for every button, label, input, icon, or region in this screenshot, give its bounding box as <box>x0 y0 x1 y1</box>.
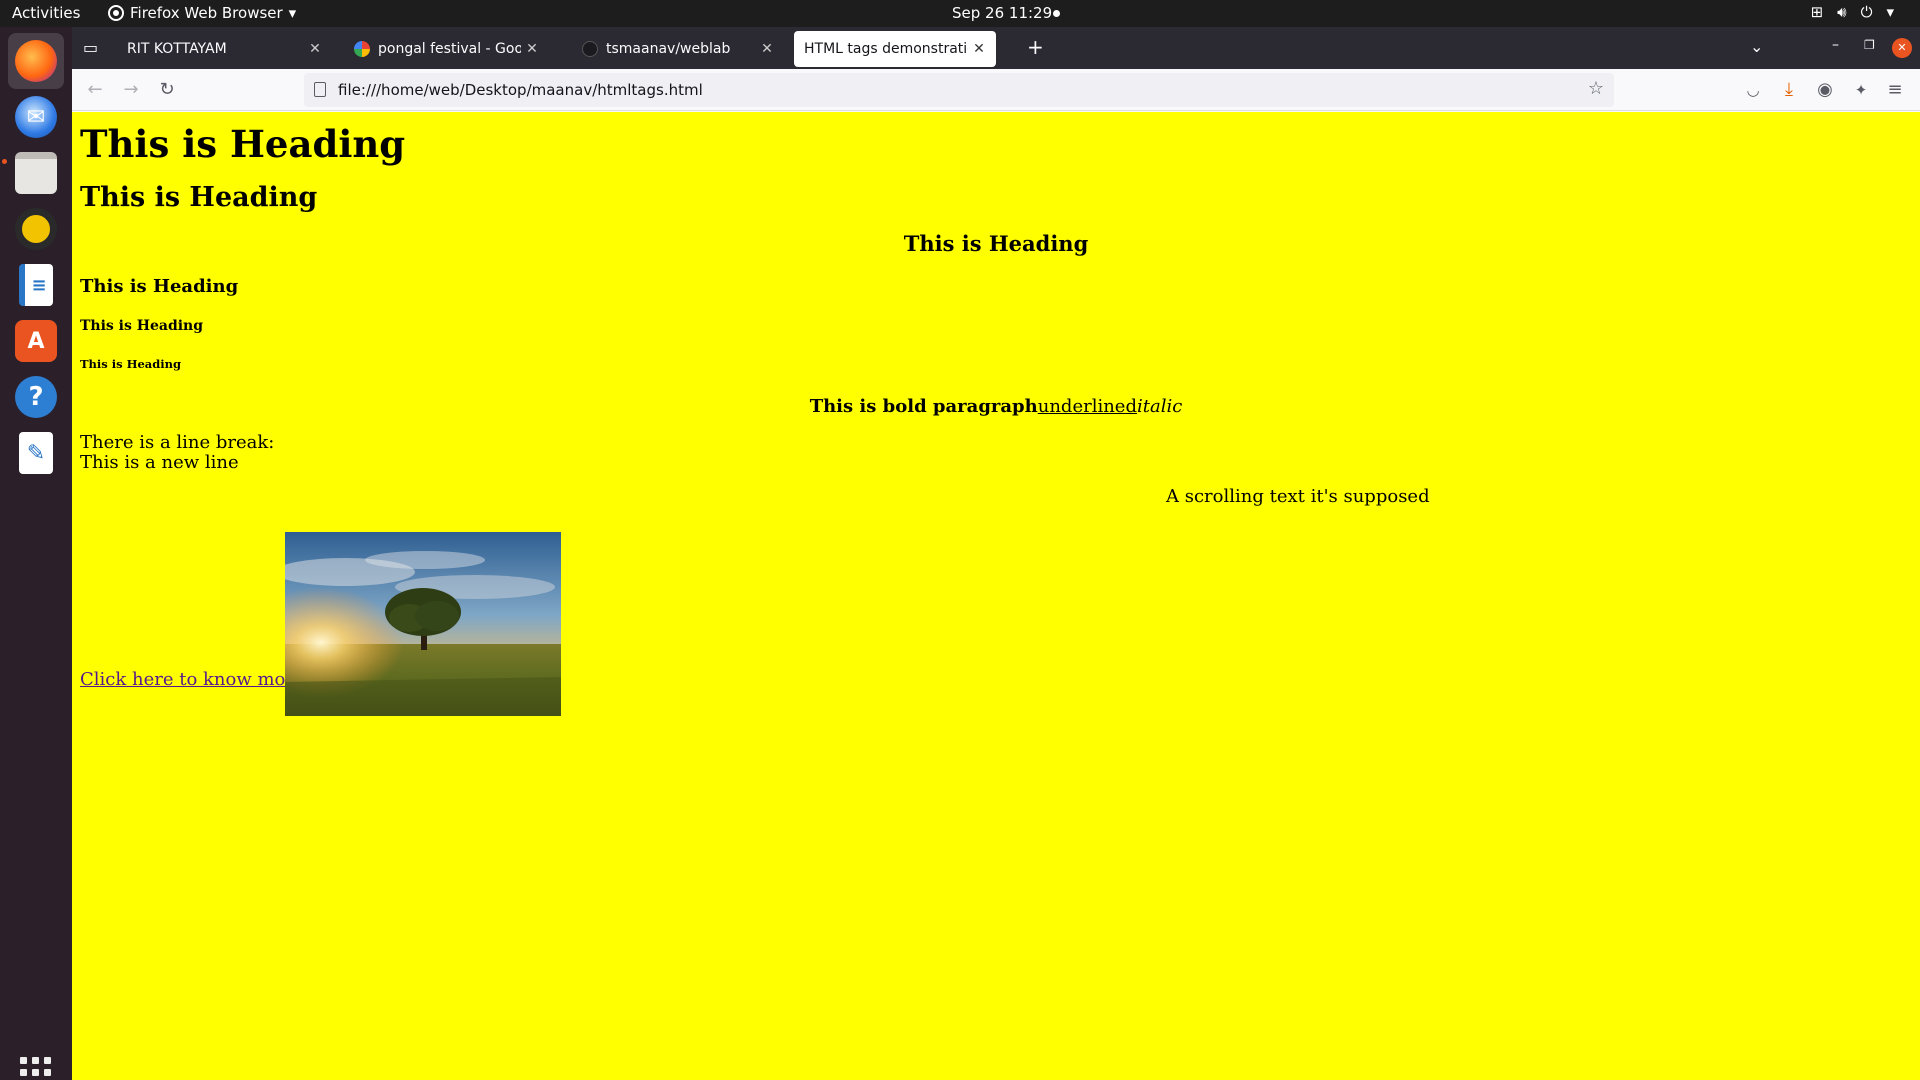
maximize-icon[interactable]: ❐ <box>1864 38 1875 52</box>
downloads-icon[interactable]: ⤓ <box>1776 78 1802 102</box>
dock-thunderbird[interactable]: ✉ <box>8 89 64 145</box>
page-viewport: This is Heading This is Heading This is … <box>72 112 1920 1080</box>
dock-text-editor[interactable]: ✎ <box>8 425 64 481</box>
dock-rhythmbox[interactable] <box>8 201 64 257</box>
formatted-paragraph: This is bold paragraphunderlineditalic <box>72 396 1920 417</box>
dock-files[interactable] <box>8 145 64 201</box>
bookmark-star-icon[interactable]: ☆ <box>1588 78 1604 99</box>
text-editor-icon: ✎ <box>19 432 53 474</box>
chevron-down-icon[interactable]: ▾ <box>1886 3 1894 21</box>
close-icon[interactable]: ✕ <box>521 41 543 57</box>
heading-5: This is Heading <box>80 318 204 334</box>
heading-1: This is Heading <box>80 122 406 166</box>
google-icon <box>354 41 370 57</box>
back-icon[interactable]: ← <box>82 78 108 102</box>
volume-icon[interactable]: 🔊︎ <box>1837 3 1846 21</box>
tab-rit-kottayam[interactable]: RIT KOTTAYAM ✕ <box>117 31 332 67</box>
tab-tsmaanav-weblab[interactable]: tsmaanav/weblab ✕ <box>572 31 784 67</box>
url-bar[interactable]: file:///home/web/Desktop/maanav/htmltags… <box>304 73 1614 107</box>
reload-icon[interactable]: ↻ <box>154 78 180 102</box>
navigation-toolbar: ← → ↻ file:///home/web/Desktop/maanav/ht… <box>72 69 1920 111</box>
sunset-tree-image <box>285 532 561 716</box>
dock: ✉ ≡ A ? ✎ <box>0 27 72 1080</box>
tab-pongal-festival[interactable]: pongal festival - Google S ✕ <box>344 31 549 67</box>
rhythmbox-icon <box>15 208 57 250</box>
heading-3: This is Heading <box>903 231 1089 256</box>
menu-icon[interactable]: ≡ <box>1882 78 1908 102</box>
thunderbird-icon: ✉ <box>15 96 57 138</box>
forward-icon[interactable]: → <box>118 78 144 102</box>
account-icon[interactable]: ◉ <box>1812 78 1838 102</box>
heading-4: This is Heading <box>80 276 239 297</box>
list-tabs-icon[interactable]: ⌄ <box>1750 37 1763 56</box>
help-icon: ? <box>15 376 57 418</box>
close-window-icon[interactable]: ✕ <box>1892 38 1912 58</box>
tab-html-tags[interactable]: HTML tags demonstration ✕ <box>794 31 996 67</box>
tab-label: tsmaanav/weblab <box>606 41 731 57</box>
system-tray[interactable]: ⊞ 🔊︎ ⏻ ▾ <box>1811 3 1894 21</box>
firefox-icon <box>15 40 57 82</box>
underlined-text: underlined <box>1037 396 1137 417</box>
pocket-icon[interactable]: ◡ <box>1740 78 1766 102</box>
running-indicator <box>2 159 7 164</box>
extensions-icon[interactable]: ✦ <box>1848 78 1874 102</box>
close-icon[interactable]: ✕ <box>756 41 778 57</box>
dock-software[interactable]: A <box>8 313 64 369</box>
close-icon[interactable]: ✕ <box>304 41 326 57</box>
tab-overview-icon[interactable]: ▭ <box>83 38 98 57</box>
notification-dot <box>1053 10 1060 17</box>
url-text[interactable]: file:///home/web/Desktop/maanav/htmltags… <box>338 81 703 99</box>
know-more-link[interactable]: Click here to know more <box>80 669 305 690</box>
files-icon <box>15 152 57 194</box>
tab-label: HTML tags demonstration <box>804 41 968 57</box>
heading-2: This is Heading <box>80 182 318 213</box>
chevron-down-icon: ▾ <box>288 4 297 22</box>
github-icon <box>582 41 598 57</box>
app-menu[interactable]: Firefox Web Browser ▾ <box>108 4 296 22</box>
firefox-window: ▭ RIT KOTTAYAM ✕ pongal festival - Googl… <box>72 27 1920 1080</box>
line-break-text-1: There is a line break: <box>80 432 275 453</box>
power-icon[interactable]: ⏻ <box>1861 3 1873 21</box>
italic-text: italic <box>1136 396 1183 417</box>
activities-button[interactable]: Activities <box>12 4 80 22</box>
page-icon <box>314 82 326 97</box>
firefox-small-icon <box>108 5 124 21</box>
dock-writer[interactable]: ≡ <box>8 257 64 313</box>
tab-label: pongal festival - Google S <box>378 41 521 57</box>
system-top-bar: Activities Firefox Web Browser ▾ Sep 26 … <box>0 0 1920 27</box>
clock[interactable]: Sep 26 11:29 <box>952 4 1052 22</box>
line-break-text-2: This is a new line <box>80 452 239 473</box>
dock-help[interactable]: ? <box>8 369 64 425</box>
close-icon[interactable]: ✕ <box>968 41 990 57</box>
software-icon: A <box>15 320 57 362</box>
dock-firefox[interactable] <box>8 33 64 89</box>
heading-6: This is Heading <box>80 357 182 371</box>
new-tab-button[interactable]: + <box>1027 35 1044 59</box>
minimize-icon[interactable]: – <box>1832 37 1839 53</box>
tab-label: RIT KOTTAYAM <box>127 41 227 57</box>
writer-icon: ≡ <box>19 264 53 306</box>
network-icon[interactable]: ⊞ <box>1811 3 1824 21</box>
bold-text: This is bold paragraph <box>809 396 1038 417</box>
marquee-text: A scrolling text it's supposed <box>1166 486 1430 507</box>
tab-bar: ▭ RIT KOTTAYAM ✕ pongal festival - Googl… <box>72 27 1920 69</box>
show-apps-icon[interactable] <box>20 1057 51 1080</box>
app-name: Firefox Web Browser <box>130 4 283 22</box>
